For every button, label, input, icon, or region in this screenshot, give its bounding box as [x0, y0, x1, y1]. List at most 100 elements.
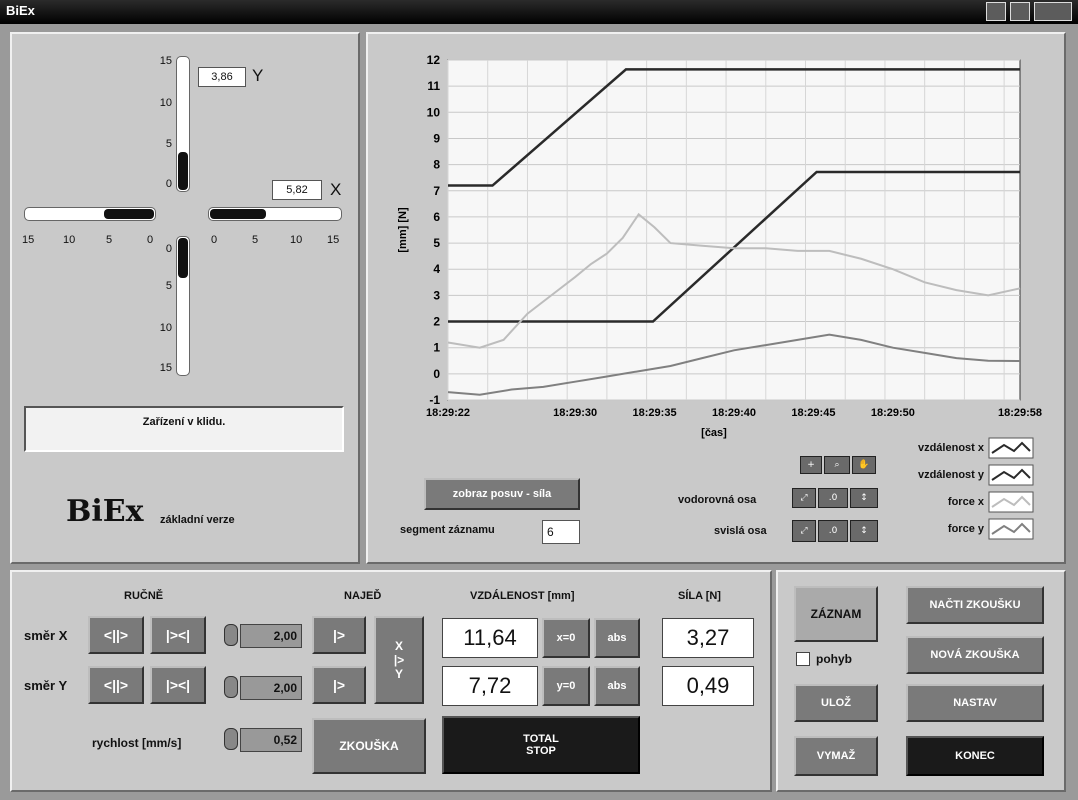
- magnify-tool-icon[interactable]: ⌕: [824, 456, 850, 474]
- y-tick: 5: [165, 280, 172, 292]
- abs-x-button[interactable]: abs: [594, 618, 640, 658]
- vertical-axis-label: svislá osa: [714, 525, 767, 537]
- time-chart: 1211109876543210-1 18:29:22 18:29:30 18:29…: [397, 53, 1042, 439]
- legend-label: vzdálenost y: [917, 468, 984, 481]
- y-together-button[interactable]: |><|: [150, 666, 206, 704]
- v-axis-scale-icon[interactable]: ↕: [850, 520, 878, 542]
- speed-y-knob[interactable]: [224, 676, 238, 698]
- legend-item: force x: [884, 488, 1034, 515]
- segment-label: segment záznamu: [400, 524, 495, 536]
- sila-header: SÍLA [N]: [678, 590, 721, 602]
- uloz-button[interactable]: ULOŽ: [794, 684, 878, 722]
- y-tick-label: 10: [427, 105, 441, 119]
- x-right-fill: [210, 209, 266, 219]
- najed-xy-label-arrow: |>: [393, 653, 405, 667]
- x-tick: 10: [290, 234, 303, 246]
- y-tick: 10: [159, 322, 172, 334]
- maximize-button[interactable]: [1010, 2, 1030, 21]
- y-up-fill: [178, 152, 188, 190]
- speed-y-value[interactable]: 2,00: [240, 676, 302, 700]
- y-position-value: 3,86: [198, 67, 246, 87]
- distance-y-display: 7,72: [442, 666, 538, 706]
- rychlost-knob[interactable]: [224, 728, 238, 750]
- najed-header: NAJEĎ: [344, 590, 382, 602]
- vymaz-button[interactable]: VYMAŽ: [794, 736, 878, 776]
- total-stop-line-2: STOP: [526, 745, 556, 757]
- x-tick: 15: [327, 234, 340, 246]
- v-axis-format-icon[interactable]: .0: [818, 520, 848, 542]
- x-position-value: 5,82: [272, 180, 322, 200]
- najed-y-button[interactable]: |>: [312, 666, 366, 704]
- y-tick-label: 1: [433, 341, 440, 355]
- zoom-tool-icon[interactable]: +: [800, 456, 822, 474]
- brand-subtitle: základní verze: [160, 514, 235, 526]
- legend-item: vzdálenost x: [884, 434, 1034, 461]
- legend-label: vzdálenost x: [917, 441, 984, 454]
- najed-xy-label-y: Y: [394, 667, 403, 681]
- y-tick-label: 12: [427, 53, 441, 67]
- title-bar: BiEx: [0, 0, 1078, 24]
- total-stop-button[interactable]: TOTAL STOP: [442, 716, 640, 774]
- v-axis-autoscale-icon[interactable]: ⤢: [792, 520, 816, 542]
- x-tick-label: 18:29:58: [998, 407, 1042, 419]
- x-tick-label: 18:29:30: [553, 407, 597, 419]
- h-axis-format-icon[interactable]: .0: [818, 488, 848, 508]
- y-tick-label: 6: [433, 210, 440, 224]
- pohyb-checkbox[interactable]: [796, 652, 810, 666]
- window-title: BiEx: [6, 3, 35, 18]
- x-tick: 0: [147, 234, 154, 246]
- h-axis-scale-icon[interactable]: ↕: [850, 488, 878, 508]
- nastav-button[interactable]: NASTAV: [906, 684, 1044, 722]
- x-axis-label: X: [330, 180, 342, 199]
- konec-button[interactable]: KONEC: [906, 736, 1044, 776]
- y-axis-title: [mm] [N]: [397, 207, 409, 253]
- y-tick-label: 0: [433, 367, 440, 381]
- y-tick: 0: [165, 178, 172, 190]
- x-apart-button[interactable]: <||>: [88, 616, 144, 654]
- abs-y-button[interactable]: abs: [594, 666, 640, 706]
- y-down-fill: [178, 238, 188, 278]
- zaznam-button[interactable]: ZÁZNAM: [794, 586, 878, 642]
- x-together-button[interactable]: |><|: [150, 616, 206, 654]
- rychlost-value[interactable]: 0,52: [240, 728, 302, 752]
- status-message: Zařízení v klidu.: [24, 406, 344, 452]
- zero-x-button[interactable]: x=0: [542, 618, 590, 658]
- legend-swatch: [988, 491, 1034, 512]
- zkouska-button[interactable]: ZKOUŠKA: [312, 718, 426, 774]
- y-tick-label: 8: [433, 158, 440, 172]
- y-tick: 5: [165, 138, 172, 150]
- zero-y-button[interactable]: y=0: [542, 666, 590, 706]
- y-tick: 10: [159, 97, 172, 109]
- minimize-button[interactable]: [986, 2, 1006, 21]
- horizontal-axis-label: vodorovná osa: [678, 494, 757, 506]
- rychlost-label: rychlost [mm/s]: [92, 736, 182, 750]
- plot-area: [447, 59, 1021, 401]
- y-tick-label: 4: [433, 262, 440, 276]
- legend-swatch: [988, 437, 1034, 458]
- x-tick-label: 18:29:40: [712, 407, 756, 419]
- segment-input[interactable]: 6: [542, 520, 580, 544]
- speed-x-value[interactable]: 2,00: [240, 624, 302, 648]
- y-tick-label: 5: [433, 236, 440, 250]
- zobraz-posuv-sila-button[interactable]: zobraz posuv - síla: [424, 478, 580, 510]
- pan-hand-icon[interactable]: ✋: [852, 456, 876, 474]
- najed-xy-label-x: X: [394, 639, 403, 653]
- brand-logo: BiEx: [66, 494, 144, 529]
- h-axis-autoscale-icon[interactable]: ⤢: [792, 488, 816, 508]
- x-tick-label: 18:29:45: [791, 407, 835, 419]
- legend-swatch: [988, 518, 1034, 539]
- najed-xy-button[interactable]: X |> Y: [374, 616, 424, 704]
- legend-label: force y: [947, 522, 984, 535]
- y-tick-label: -1: [429, 393, 440, 407]
- nova-zkouska-button[interactable]: NOVÁ ZKOUŠKA: [906, 636, 1044, 674]
- close-button[interactable]: [1034, 2, 1072, 21]
- nacti-zkousku-button[interactable]: NAČTI ZKOUŠKU: [906, 586, 1044, 624]
- y-apart-button[interactable]: <||>: [88, 666, 144, 704]
- najed-x-button[interactable]: |>: [312, 616, 366, 654]
- x-tick-label: 18:29:50: [871, 407, 915, 419]
- x-tick: 5: [106, 234, 113, 246]
- y-tick-label: 2: [433, 315, 440, 329]
- speed-x-knob[interactable]: [224, 624, 238, 646]
- rucne-header: RUČNĚ: [124, 590, 164, 602]
- x-tick: 15: [22, 234, 35, 246]
